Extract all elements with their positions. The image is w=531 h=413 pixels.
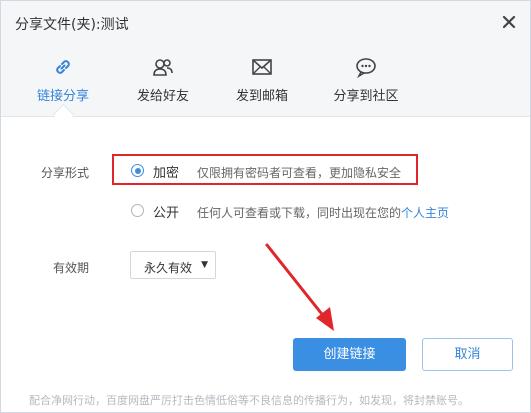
validity-selected-value: 永久有效: [144, 261, 193, 275]
footer-note: 配合净网行动，百度网盘严厉打击色情低俗等不良信息的传播行为，如发现，将封禁账号。: [29, 394, 469, 407]
share-tabs: 链接分享 发给好友 发到邮箱 分享到社区: [1, 45, 530, 117]
close-icon[interactable]: [500, 13, 518, 31]
community-chat-icon: [356, 58, 376, 79]
option-public-label[interactable]: 公开: [153, 202, 179, 221]
option-public-desc: 任何人可查看或下载，同时出现在您的个人主页: [197, 204, 449, 221]
radio-encrypted[interactable]: [131, 164, 144, 177]
dialog-title: 分享文件(夹):测试: [15, 17, 129, 33]
radio-public[interactable]: [131, 204, 144, 217]
tab-send-email[interactable]: 发到邮箱: [220, 45, 304, 116]
option-encrypted-desc: 仅限拥有密码者可查看，更加隐私安全: [197, 166, 402, 180]
tab-label: 链接分享: [36, 89, 89, 104]
link-icon: [56, 60, 70, 74]
option-encrypted-label[interactable]: 加密: [153, 162, 179, 181]
mail-icon: [252, 59, 272, 75]
tab-label: 分享到社区: [333, 89, 399, 104]
validity-select[interactable]: 永久有效 ▼: [130, 251, 216, 279]
share-form-label: 分享形式: [41, 166, 90, 180]
title-bar: 分享文件(夹):测试: [1, 1, 530, 45]
share-dialog: 分享文件(夹):测试 链接分享 发给好友 发到邮箱 分享到社区 分享形式 加密 …: [0, 0, 531, 413]
tab-share-community[interactable]: 分享到社区: [319, 45, 413, 116]
dropdown-arrow-icon: ▼: [201, 260, 208, 270]
cancel-button[interactable]: 取消: [422, 338, 513, 371]
profile-link[interactable]: 个人主页: [401, 206, 449, 220]
validity-label: 有效期: [53, 261, 90, 275]
tab-label: 发给好友: [136, 89, 189, 104]
friends-icon: [153, 59, 173, 76]
option-public-desc-text: 任何人可查看或下载，同时出现在您的: [197, 206, 402, 220]
create-link-button[interactable]: 创建链接: [293, 338, 406, 371]
tab-label: 发到邮箱: [235, 89, 288, 104]
tab-send-friends[interactable]: 发给好友: [121, 45, 205, 116]
